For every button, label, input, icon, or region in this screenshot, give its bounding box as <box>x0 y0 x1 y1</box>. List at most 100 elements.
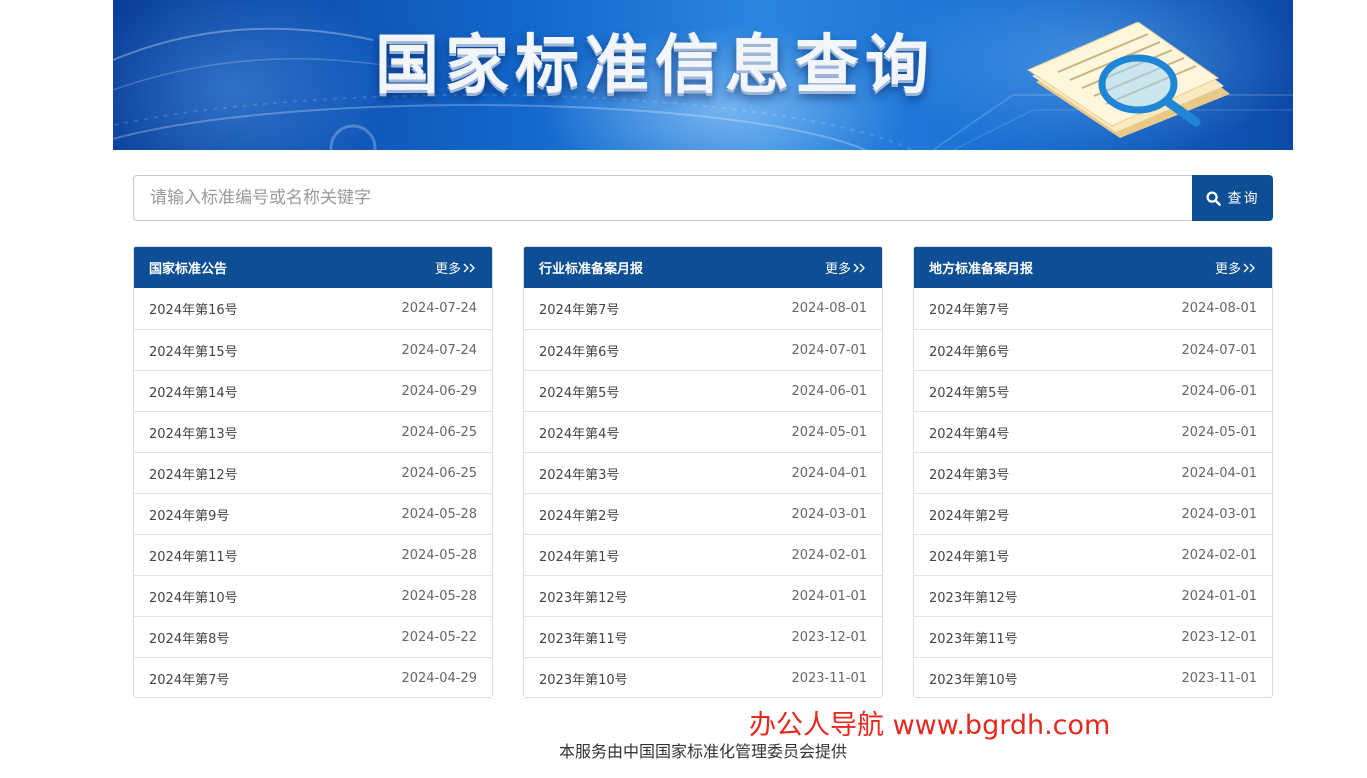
list-item[interactable]: 2023年第10号 2023-11-01 <box>914 657 1272 697</box>
item-date: 2024-07-24 <box>401 301 477 316</box>
list-item[interactable]: 2024年第7号 2024-08-01 <box>914 288 1272 329</box>
item-date: 2024-05-01 <box>1181 424 1257 440</box>
item-name: 2024年第3号 <box>929 467 1010 483</box>
list-item[interactable]: 2024年第12号 2024-06-25 <box>134 452 492 493</box>
item-date: 2024-06-01 <box>1181 383 1257 399</box>
item-name: 2023年第10号 <box>539 672 628 688</box>
item-date: 2024-04-29 <box>401 670 477 686</box>
item-name: 2024年第7号 <box>539 303 620 318</box>
panel-header: 地方标准备案月报 更多 <box>914 247 1272 288</box>
list-item[interactable]: 2024年第4号 2024-05-01 <box>524 411 882 452</box>
list-item[interactable]: 2023年第12号 2024-01-01 <box>524 575 882 616</box>
item-name: 2024年第8号 <box>149 631 230 647</box>
list-item[interactable]: 2023年第11号 2023-12-01 <box>914 616 1272 657</box>
item-date: 2024-05-28 <box>401 547 477 563</box>
panel-list: 2024年第16号 2024-07-24 2024年第15号 2024-07-24 … <box>134 288 492 697</box>
item-name: 2024年第9号 <box>149 508 230 524</box>
list-item[interactable]: 2023年第11号 2023-12-01 <box>524 616 882 657</box>
item-name: 2024年第6号 <box>929 344 1010 360</box>
item-date: 2024-07-24 <box>401 342 477 358</box>
more-link[interactable]: 更多 <box>1215 258 1257 277</box>
item-date: 2024-03-01 <box>791 506 867 522</box>
item-date: 2024-02-01 <box>791 547 867 563</box>
list-item[interactable]: 2024年第7号 2024-04-29 <box>134 657 492 697</box>
item-date: 2024-08-01 <box>791 301 867 316</box>
item-date: 2024-04-01 <box>1181 465 1257 481</box>
item-name: 2024年第2号 <box>539 508 620 524</box>
list-item[interactable]: 2024年第5号 2024-06-01 <box>914 370 1272 411</box>
item-name: 2023年第12号 <box>539 590 628 606</box>
item-name: 2024年第7号 <box>149 672 230 688</box>
watermark-text: 办公人导航 www.bgrdh.com <box>749 710 1111 741</box>
item-name: 2023年第10号 <box>929 672 1018 688</box>
item-date: 2023-11-01 <box>1181 670 1257 686</box>
item-date: 2023-12-01 <box>791 629 867 645</box>
item-name: 2023年第12号 <box>929 590 1018 606</box>
list-item[interactable]: 2024年第13号 2024-06-25 <box>134 411 492 452</box>
list-item[interactable]: 2024年第11号 2024-05-28 <box>134 534 492 575</box>
item-name: 2024年第4号 <box>539 426 620 442</box>
list-item[interactable]: 2024年第5号 2024-06-01 <box>524 370 882 411</box>
search-icon <box>1205 190 1221 206</box>
list-item[interactable]: 2024年第9号 2024-05-28 <box>134 493 492 534</box>
panel-local-filing-monthly: 地方标准备案月报 更多 2024年第7号 2024-08-01 2024年第6号 2… <box>913 246 1273 698</box>
list-item[interactable]: 2024年第2号 2024-03-01 <box>914 493 1272 534</box>
list-item[interactable]: 2024年第6号 2024-07-01 <box>914 329 1272 370</box>
item-date: 2024-06-01 <box>791 383 867 399</box>
list-item[interactable]: 2024年第1号 2024-02-01 <box>914 534 1272 575</box>
more-link[interactable]: 更多 <box>435 258 477 277</box>
list-item[interactable]: 2024年第3号 2024-04-01 <box>524 452 882 493</box>
list-item[interactable]: 2024年第16号 2024-07-24 <box>134 288 492 329</box>
more-link-label: 更多 <box>1214 262 1241 277</box>
footer-text: 本服务由中国国家标准化管理委员会提供 <box>558 742 847 761</box>
list-item[interactable]: 2024年第4号 2024-05-01 <box>914 411 1272 452</box>
item-name: 2024年第15号 <box>149 344 238 360</box>
item-name: 2023年第11号 <box>539 631 628 647</box>
panel-header: 国家标准公告 更多 <box>134 247 492 288</box>
item-date: 2023-12-01 <box>1181 629 1257 645</box>
item-date: 2024-07-01 <box>791 342 867 358</box>
item-date: 2024-05-01 <box>791 424 867 440</box>
item-name: 2024年第13号 <box>149 426 238 442</box>
item-date: 2024-04-01 <box>791 465 867 481</box>
more-link[interactable]: 更多 <box>825 258 867 277</box>
header-banner: 国家标准信息查询 <box>113 0 1293 150</box>
panel-list: 2024年第7号 2024-08-01 2024年第6号 2024-07-01 20… <box>914 288 1272 697</box>
item-date: 2024-05-28 <box>401 506 477 522</box>
item-name: 2023年第11号 <box>929 631 1018 647</box>
item-name: 2024年第7号 <box>929 303 1010 318</box>
search-button[interactable]: 查询 <box>1192 175 1273 221</box>
item-name: 2024年第2号 <box>929 508 1010 524</box>
double-chevron-right-icon <box>463 263 475 272</box>
item-name: 2024年第1号 <box>539 549 620 565</box>
list-item[interactable]: 2024年第10号 2024-05-28 <box>134 575 492 616</box>
list-item[interactable]: 2023年第10号 2023-11-01 <box>524 657 882 697</box>
item-date: 2024-03-01 <box>1181 506 1257 522</box>
item-name: 2024年第6号 <box>539 344 620 360</box>
panel-header: 行业标准备案月报 更多 <box>524 247 882 288</box>
item-name: 2024年第12号 <box>149 467 238 483</box>
item-date: 2024-01-01 <box>791 588 867 604</box>
item-date: 2024-06-25 <box>401 424 477 440</box>
item-name: 2024年第14号 <box>149 385 238 401</box>
list-item[interactable]: 2024年第15号 2024-07-24 <box>134 329 492 370</box>
list-item[interactable]: 2024年第6号 2024-07-01 <box>524 329 882 370</box>
document-magnifier-icon <box>1026 22 1230 138</box>
list-item[interactable]: 2024年第2号 2024-03-01 <box>524 493 882 534</box>
search-button-label: 查询 <box>1227 191 1260 207</box>
item-date: 2024-08-01 <box>1181 301 1257 316</box>
panel-national-announcements: 国家标准公告 更多 2024年第16号 2024-07-24 2024年第15号 2… <box>133 246 493 698</box>
list-item[interactable]: 2024年第14号 2024-06-29 <box>134 370 492 411</box>
item-date: 2024-05-22 <box>401 629 477 645</box>
item-name: 2024年第1号 <box>929 549 1010 565</box>
list-item[interactable]: 2024年第7号 2024-08-01 <box>524 288 882 329</box>
panel-list: 2024年第7号 2024-08-01 2024年第6号 2024-07-01 20… <box>524 288 882 697</box>
item-date: 2024-01-01 <box>1181 588 1257 604</box>
list-item[interactable]: 2024年第1号 2024-02-01 <box>524 534 882 575</box>
list-item[interactable]: 2024年第8号 2024-05-22 <box>134 616 492 657</box>
list-item[interactable]: 2023年第12号 2024-01-01 <box>914 575 1272 616</box>
item-date: 2024-06-25 <box>401 465 477 481</box>
item-date: 2024-07-01 <box>1181 342 1257 358</box>
search-input[interactable] <box>133 175 1192 221</box>
list-item[interactable]: 2024年第3号 2024-04-01 <box>914 452 1272 493</box>
